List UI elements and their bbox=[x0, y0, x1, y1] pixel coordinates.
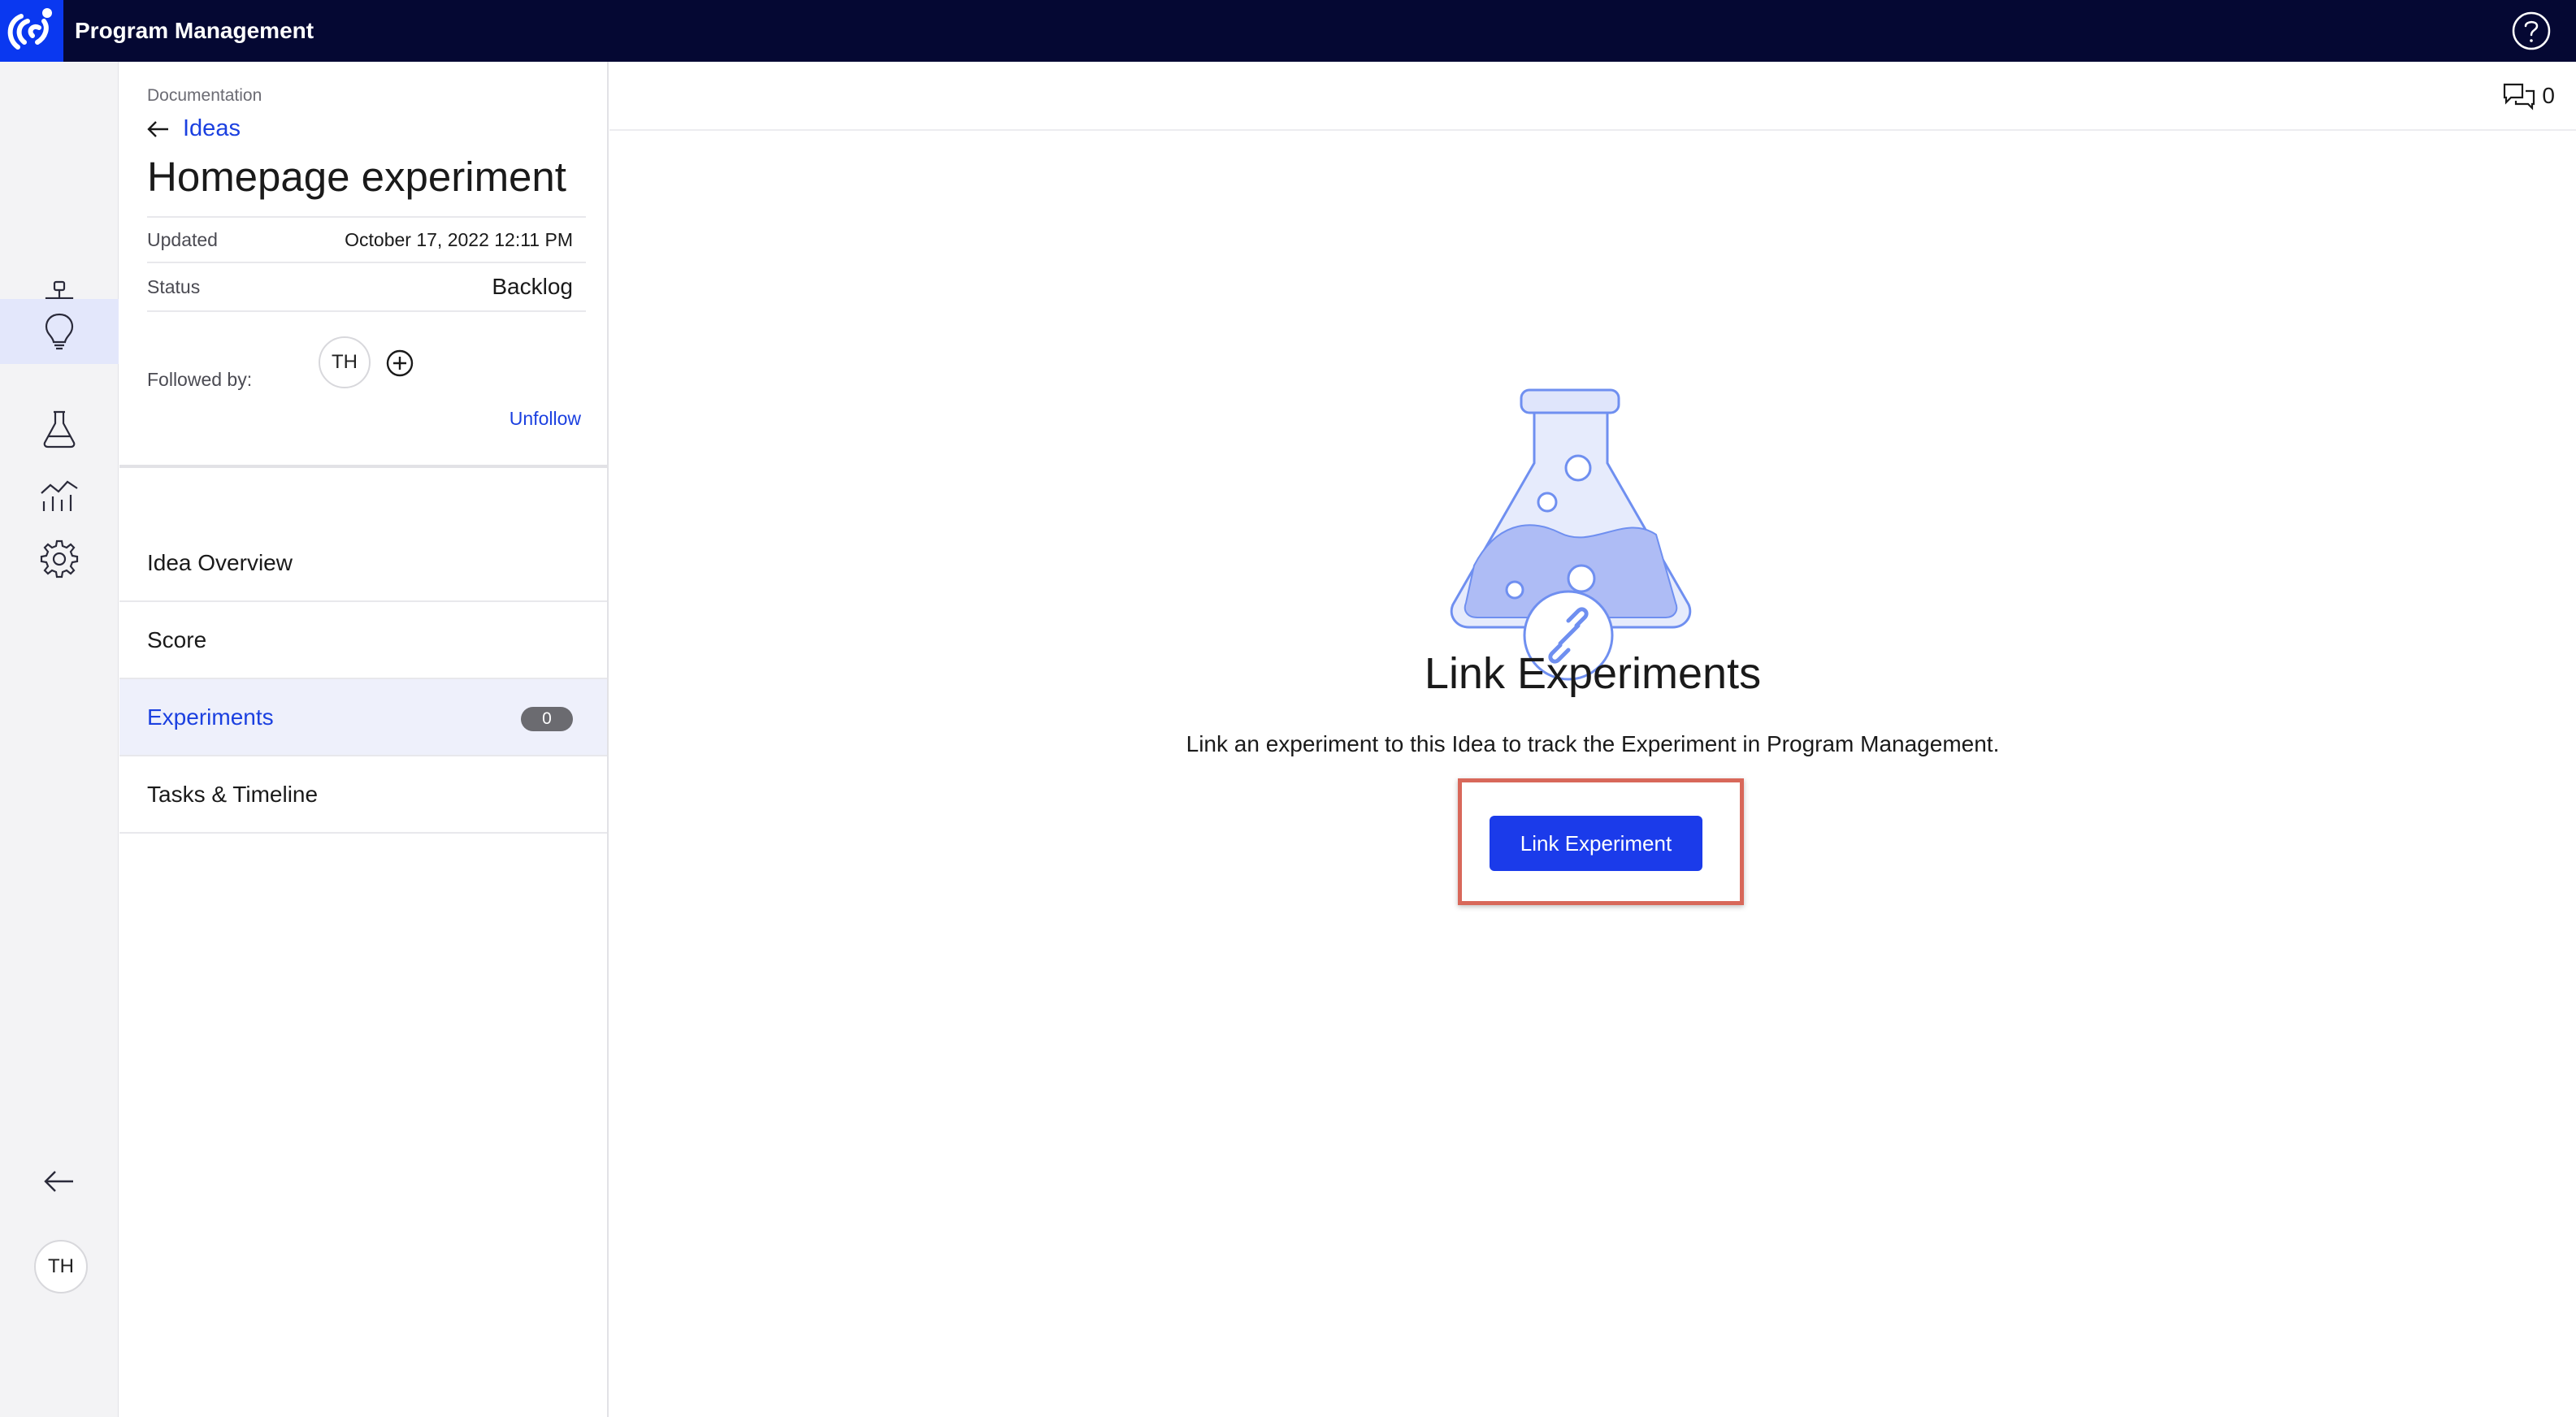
add-follower-icon[interactable] bbox=[384, 348, 415, 379]
follower-avatar[interactable]: TH bbox=[319, 336, 371, 388]
app-title: Program Management bbox=[75, 18, 314, 43]
nav-item-label: Idea Overview bbox=[147, 549, 293, 575]
unfollow-link[interactable]: Unfollow bbox=[510, 408, 581, 430]
idea-detail-panel: Documentation Ideas Homepage experiment … bbox=[119, 62, 609, 1417]
nav-item-experiments[interactable]: Experiments 0 bbox=[119, 679, 607, 756]
nav-item-score[interactable]: Score bbox=[119, 602, 607, 679]
help-icon[interactable] bbox=[2511, 11, 2552, 51]
rail-item-analytics[interactable] bbox=[0, 462, 119, 526]
rail-item-ideas[interactable] bbox=[0, 299, 119, 364]
nav-item-label: Experiments bbox=[147, 704, 274, 730]
arrow-left-icon bbox=[147, 120, 168, 137]
comments-count: 0 bbox=[2542, 83, 2555, 108]
nav-item-label: Score bbox=[147, 626, 207, 652]
nav-item-tasks-timeline[interactable]: Tasks & Timeline bbox=[119, 756, 607, 834]
comments-button[interactable]: 0 bbox=[2501, 80, 2555, 112]
updated-label: Updated bbox=[147, 228, 218, 250]
nav-item-label: Tasks & Timeline bbox=[147, 781, 319, 807]
lightbulb-icon bbox=[45, 313, 74, 350]
collapse-rail-button[interactable] bbox=[0, 1149, 119, 1214]
back-to-ideas-link[interactable]: Ideas bbox=[145, 115, 241, 142]
left-rail: TH bbox=[0, 62, 119, 1417]
arrow-left-icon bbox=[44, 1171, 73, 1192]
main-content: 0 Link Experiments Link an experiment to… bbox=[609, 62, 2576, 1417]
empty-state-title: Link Experiments bbox=[1424, 649, 1762, 698]
rail-item-settings[interactable] bbox=[0, 526, 119, 592]
link-experiment-button[interactable]: Link Experiment bbox=[1490, 816, 1702, 871]
top-bar: Program Management bbox=[0, 0, 2576, 62]
updated-row: Updated October 17, 2022 12:11 PM bbox=[147, 216, 586, 262]
gear-icon bbox=[40, 540, 79, 578]
back-link-label: Ideas bbox=[183, 115, 241, 141]
breadcrumb[interactable]: Documentation bbox=[147, 86, 262, 106]
flask-link-illustration bbox=[1450, 388, 1692, 681]
followed-by-label: Followed by: bbox=[147, 369, 253, 390]
nav-item-idea-overview[interactable]: Idea Overview bbox=[119, 525, 607, 602]
status-value[interactable]: Backlog bbox=[492, 274, 586, 300]
main-header: 0 bbox=[609, 62, 2576, 131]
comments-icon bbox=[2504, 83, 2535, 110]
app-logo-icon[interactable] bbox=[0, 0, 63, 62]
rail-item-experiments[interactable] bbox=[0, 396, 119, 462]
status-row: Status Backlog bbox=[147, 262, 586, 312]
user-avatar[interactable]: TH bbox=[34, 1240, 88, 1294]
status-label: Status bbox=[147, 275, 201, 297]
page-title: Homepage experiment bbox=[147, 154, 566, 200]
experiments-count-badge: 0 bbox=[521, 707, 573, 731]
analytics-icon bbox=[41, 480, 78, 511]
flask-icon bbox=[43, 410, 76, 448]
updated-value: October 17, 2022 12:11 PM bbox=[345, 228, 573, 250]
empty-state-description: Link an experiment to this Idea to track… bbox=[1186, 731, 2000, 756]
nav-divider bbox=[119, 465, 607, 468]
